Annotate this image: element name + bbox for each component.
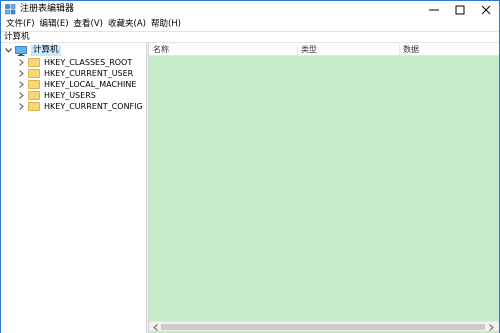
column-header-name[interactable]: 名称 [153, 44, 169, 55]
tree-item-label: HKEY_CURRENT_USER [44, 69, 134, 78]
value-list-pane[interactable]: 名称 类型 数据 [149, 43, 499, 333]
tree-item-computer[interactable]: 计算机 [5, 45, 61, 56]
menu-view[interactable]: 查看(V) [72, 19, 105, 30]
tree-item-hkey-users[interactable]: HKEY_USERS [18, 90, 96, 101]
scrollbar-thumb[interactable] [161, 324, 485, 330]
tree-item-label: HKEY_CURRENT_CONFIG [44, 102, 143, 111]
folder-icon [28, 69, 40, 78]
menu-favorites[interactable]: 收藏夹(A) [106, 19, 148, 30]
close-icon [481, 5, 491, 14]
menu-bar: 文件(F) 编辑(E) 查看(V) 收藏夹(A) 帮助(H) [1, 18, 499, 31]
tree-item-hkey-current-config[interactable]: HKEY_CURRENT_CONFIG [18, 101, 143, 112]
minimize-icon [429, 9, 439, 10]
chevron-right-icon[interactable] [18, 69, 25, 78]
maximize-icon [455, 5, 465, 14]
folder-icon [28, 91, 40, 100]
menu-edit[interactable]: 编辑(E) [38, 19, 71, 30]
regedit-app-icon [5, 4, 16, 15]
horizontal-scrollbar[interactable] [149, 321, 499, 331]
tree-item-computer-label: 计算机 [31, 45, 61, 56]
chevron-right-icon[interactable] [18, 102, 25, 111]
scroll-right-icon[interactable] [487, 323, 495, 331]
minimize-button[interactable] [421, 1, 447, 18]
column-header-data[interactable]: 数据 [403, 44, 419, 55]
menu-file[interactable]: 文件(F) [4, 19, 37, 30]
chevron-down-icon[interactable] [5, 46, 12, 55]
chevron-right-icon[interactable] [18, 58, 25, 67]
tree-item-hkey-current-user[interactable]: HKEY_CURRENT_USER [18, 68, 133, 79]
tree-item-label: HKEY_USERS [44, 91, 96, 100]
scroll-left-icon[interactable] [151, 323, 159, 331]
folder-icon [28, 80, 40, 89]
folder-icon [28, 102, 40, 111]
tree-item-hkey-local-machine[interactable]: HKEY_LOCAL_MACHINE [18, 79, 136, 90]
tree-item-label: HKEY_CLASSES_ROOT [44, 58, 133, 67]
title-bar[interactable]: 注册表编辑器 [1, 1, 499, 18]
chevron-right-icon[interactable] [18, 80, 25, 89]
close-button[interactable] [473, 1, 499, 18]
window-title: 注册表编辑器 [20, 4, 75, 14]
chevron-right-icon[interactable] [18, 91, 25, 100]
computer-icon [15, 45, 27, 56]
key-tree-pane[interactable]: 计算机 HKEY_CLASSES_ROOT HKEY_CURRENT_USER … [1, 43, 146, 333]
menu-help[interactable]: 帮助(H) [149, 19, 183, 30]
maximize-button[interactable] [447, 1, 473, 18]
address-path[interactable]: 计算机 [4, 32, 30, 43]
registry-editor-window: 注册表编辑器 文件(F) 编辑(E) 查看(V) 收藏夹(A) 帮助(H) 计算… [0, 0, 500, 333]
list-header: 名称 类型 数据 [149, 43, 499, 56]
folder-icon [28, 58, 40, 67]
column-divider[interactable] [399, 44, 400, 55]
tree-item-label: HKEY_LOCAL_MACHINE [44, 80, 137, 89]
tree-item-hkey-classes-root[interactable]: HKEY_CLASSES_ROOT [18, 57, 132, 68]
address-bar[interactable]: 计算机 [1, 31, 499, 43]
column-header-type[interactable]: 类型 [301, 44, 317, 55]
column-divider[interactable] [297, 44, 298, 55]
